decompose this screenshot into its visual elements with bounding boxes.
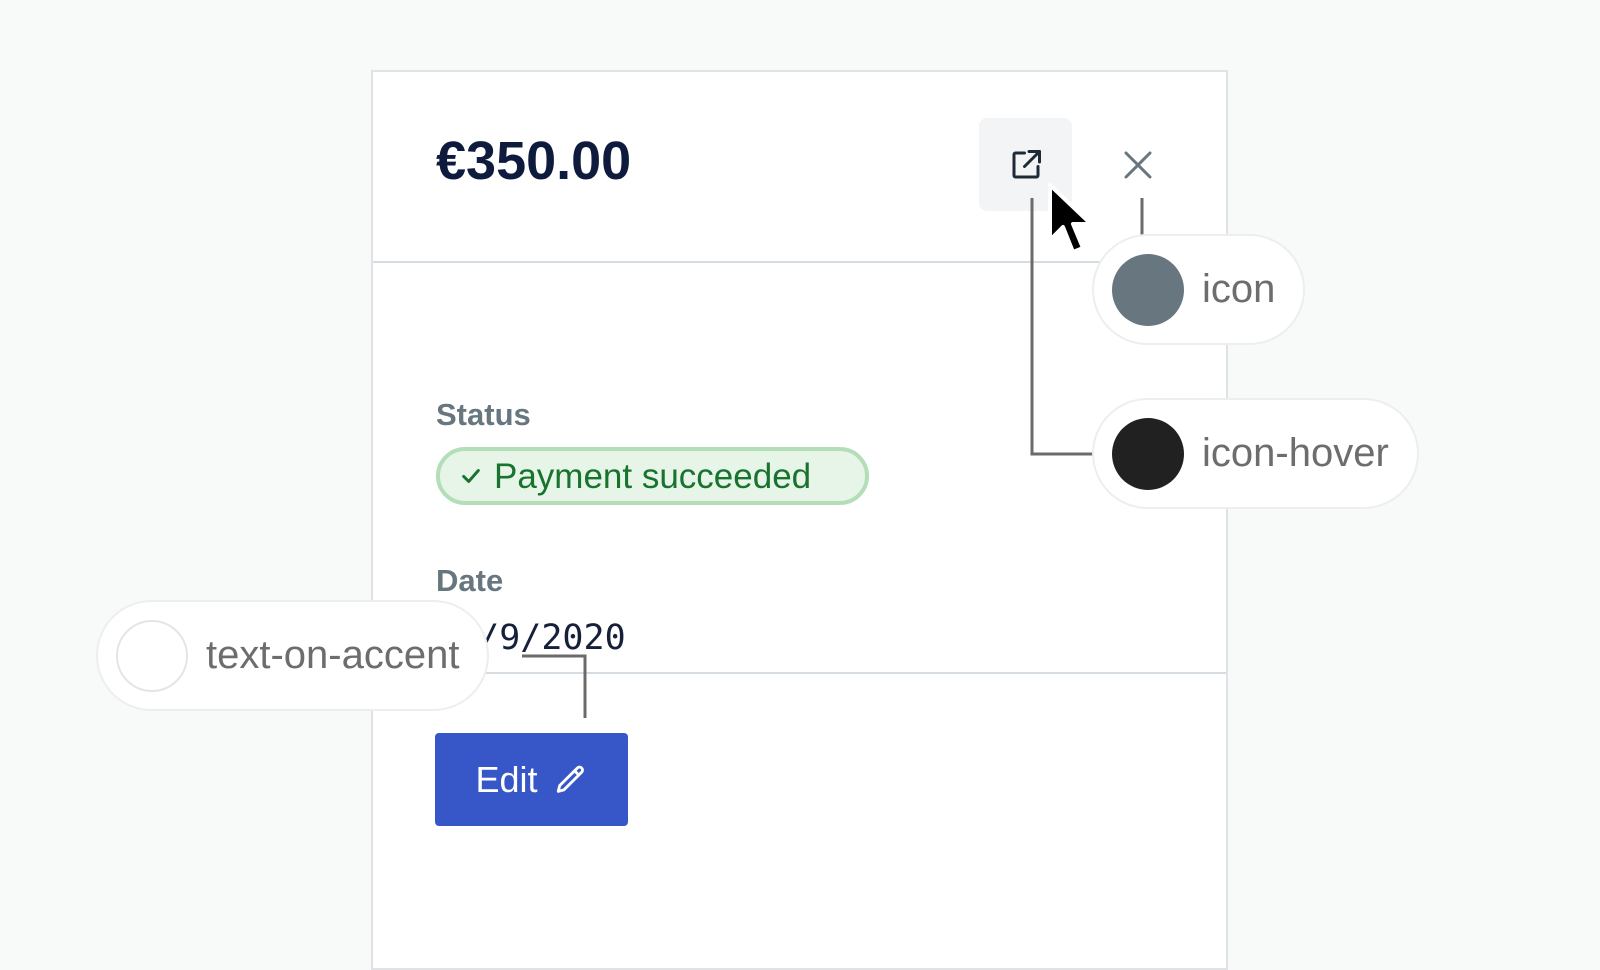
- external-link-icon: [1012, 149, 1041, 178]
- callout-icon-hover-token: icon-hover: [1094, 400, 1417, 507]
- edit-button-label: Edit: [475, 758, 538, 800]
- icon-color-swatch: [1112, 253, 1184, 326]
- check-icon: [462, 469, 480, 483]
- text-on-accent-color-swatch: [116, 619, 188, 692]
- status-badge: Payment succeeded: [436, 447, 869, 505]
- callout-text-on-accent-token: text-on-accent: [98, 602, 488, 709]
- callout-text-on-accent-label: text-on-accent: [206, 633, 460, 677]
- callout-icon-hover-label: icon-hover: [1202, 431, 1389, 475]
- edit-button[interactable]: Edit: [435, 733, 628, 826]
- status-badge-text: Payment succeeded: [494, 456, 812, 496]
- close-button[interactable]: [1091, 118, 1184, 211]
- icon-hover-color-swatch: [1112, 417, 1184, 490]
- callout-icon-label: icon: [1202, 267, 1276, 311]
- panel-header: €350.00: [373, 72, 1226, 263]
- mouse-pointer-icon: [1048, 183, 1093, 254]
- date-label: Date: [436, 563, 504, 598]
- callout-icon-token: icon: [1094, 236, 1304, 343]
- close-icon: [1124, 151, 1151, 178]
- payment-amount: €350.00: [436, 131, 632, 191]
- status-label: Status: [436, 397, 531, 432]
- details-panel: €350.00 Status Payment succeeded Date 15…: [371, 70, 1228, 970]
- pencil-icon: [556, 765, 584, 793]
